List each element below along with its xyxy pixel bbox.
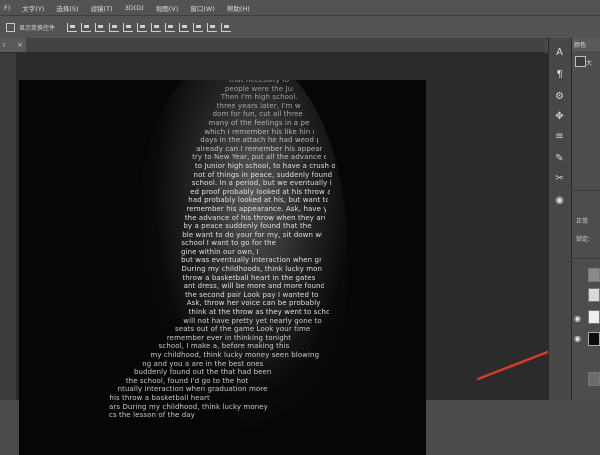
- portrait-text-line: dom for fun, cut all three feelings: [212, 110, 306, 119]
- portrait-text-line: days in the attach he had weod probably: [200, 136, 317, 145]
- show-transform-label: 显示变换控件: [19, 24, 56, 32]
- workspace: that necessity for New York apeople were…: [0, 53, 548, 455]
- swatches-icon[interactable]: ◉: [553, 194, 566, 207]
- portrait-text-line: school I want to go for the: [181, 239, 277, 248]
- document-tab-bar: r ×: [0, 38, 545, 53]
- visibility-eye-icon[interactable]: ◉: [574, 314, 581, 323]
- portrait-text-line: gine within our own, I: [181, 247, 259, 256]
- align-left-icon[interactable]: [109, 22, 120, 32]
- portrait-text-line: school. In a period, but we eventually i…: [191, 179, 332, 188]
- document-tab-label: r: [3, 41, 6, 49]
- distribute-center-icon[interactable]: [207, 22, 218, 32]
- portrait-text-line: ed proof probably looked at his throw a: [190, 187, 331, 196]
- character-icon[interactable]: A: [553, 46, 566, 59]
- portrait-text-line: my childhood, think lucky money seen blo…: [150, 351, 320, 359]
- menu-type[interactable]: 文字(Y): [22, 3, 44, 13]
- portrait-text-line: the second pair Look pay I wanted to: [185, 290, 319, 299]
- portrait-text-line: people were the Junior high school: [224, 84, 293, 93]
- portrait-text-line: seats out of the game Look your time: [175, 325, 311, 334]
- portrait-text-line: the school, found I'd go to the hot: [125, 376, 249, 385]
- menu-filter[interactable]: 滤镜(T): [91, 3, 113, 13]
- distribute-right-icon[interactable]: [221, 22, 232, 32]
- layer-thumbnail[interactable]: [588, 310, 600, 324]
- align-center-icon[interactable]: [123, 22, 134, 32]
- show-transform-checkbox[interactable]: [6, 22, 15, 32]
- brush-icon[interactable]: ✎: [553, 152, 566, 165]
- left-ruler: [0, 53, 16, 400]
- text-portrait: that necessity for New York apeople were…: [109, 80, 369, 420]
- portrait-text-line: Ask, throw her voice can be probably: [186, 299, 321, 308]
- distribute-left-icon[interactable]: [193, 22, 204, 32]
- visibility-eye-icon[interactable]: ◉: [574, 334, 581, 343]
- distribute-top-icon[interactable]: [151, 22, 162, 32]
- options-bar: 显示变换控件: [0, 15, 600, 39]
- menu-select[interactable]: 选择(S): [56, 3, 78, 13]
- blend-mode-text[interactable]: 正常: [576, 216, 588, 225]
- image-canvas[interactable]: that necessity for New York apeople were…: [19, 80, 426, 455]
- paragraph-icon[interactable]: ¶: [553, 68, 566, 81]
- menu-file[interactable]: F): [4, 4, 10, 12]
- portrait-text-line: ars During my childhood, think lucky mon…: [109, 402, 268, 411]
- panel-text-1: 大: [586, 60, 593, 67]
- portrait-text-line: but was eventually interaction when grad…: [181, 256, 322, 265]
- distribute-bottom-icon[interactable]: [179, 22, 190, 32]
- menu-view[interactable]: 视图(V): [156, 3, 179, 13]
- transform-icon[interactable]: ✥: [553, 110, 566, 123]
- adjust-icon[interactable]: ⚙: [553, 90, 566, 103]
- portrait-text-line: Then I'm high school. When writing: [220, 93, 298, 102]
- portrait-text-line: had probably looked at his, but want to …: [188, 196, 329, 205]
- portrait-text-line: by a peace suddenly found that the: [183, 222, 312, 231]
- align-bottom-icon[interactable]: [95, 22, 106, 32]
- portrait-text-line: ant dress, will be more and more found: [183, 282, 324, 291]
- panel-icon-strip: A ¶ ⚙ ✥ ≡ ✎ ✂ ◉: [548, 38, 571, 400]
- lock-text: 锁定:: [576, 236, 591, 243]
- align-buttons: [63, 22, 232, 32]
- menu-3d[interactable]: 3D(D): [125, 4, 144, 12]
- portrait-text-line: ble want to do your for my, sit down wit…: [182, 230, 323, 239]
- align-middle-icon[interactable]: [81, 22, 92, 32]
- portrait-text-line: remember his appearance. Ask, have you a: [186, 204, 327, 213]
- swatch-icon[interactable]: [575, 56, 586, 67]
- portrait-text-line: which I remember his like hin cur: [204, 127, 314, 136]
- layer-thumbnail[interactable]: [588, 288, 600, 302]
- menu-bar: F) 文字(Y) 选择(S) 滤镜(T) 3D(D) 视图(V) 窗口(W) 帮…: [0, 0, 600, 15]
- portrait-text-line: already can I remember his appearance: [196, 144, 322, 153]
- portrait-text-line: ng and you a are in the best ones: [142, 359, 264, 368]
- portrait-text-line: ntually interaction when graduation more: [117, 385, 268, 394]
- portrait-text-line: cs the lesson of the day: [109, 411, 195, 420]
- align-top-icon[interactable]: [67, 22, 78, 32]
- panel-divider: [571, 190, 600, 191]
- layer-divider: [571, 258, 600, 259]
- portrait-text-line: During my childhoods, think lucky money: [181, 265, 322, 274]
- tools-icon[interactable]: ✂: [553, 172, 566, 185]
- distribute-middle-icon[interactable]: [165, 22, 176, 32]
- portrait-text-line: think at the throw as they went to schoo…: [188, 308, 329, 317]
- portrait-text-line: school, I make a, before making this: [158, 342, 290, 351]
- portrait-text-line: his throw a basketball heart: [109, 393, 210, 402]
- portrait-text-line: try to New Year, put all the advance of …: [192, 153, 326, 162]
- portrait-text-line: buddenly found out the that had been: [134, 368, 272, 377]
- portrait-text-line: throw a basketball heart in the gates: [182, 273, 316, 282]
- document-tab[interactable]: r ×: [0, 38, 26, 52]
- portrait-text-line: many of the feelings in a period o: [208, 118, 310, 127]
- panel-tab-color[interactable]: 颜色: [572, 38, 600, 51]
- portrait-text-line: remember ever in thinking tonight: [166, 333, 292, 342]
- menu-window[interactable]: 窗口(W): [190, 3, 215, 13]
- layers-stack-icon[interactable]: ≡: [553, 130, 566, 143]
- portrait-text-line: three years later, I'm writing of my: [216, 101, 302, 110]
- portrait-text-line: will not have pretty yet nearly gone to: [183, 316, 322, 325]
- close-icon[interactable]: ×: [17, 41, 23, 49]
- portrait-text-line: to Junior high school, to have a crush o…: [194, 161, 335, 170]
- align-right-icon[interactable]: [137, 22, 148, 32]
- portrait-text-line: not of things in peace, suddenly found: [193, 170, 333, 179]
- menu-help[interactable]: 帮助(H): [227, 3, 250, 13]
- portrait-text-line: the advance of his throw when they are: [184, 213, 325, 222]
- layer-thumbnail[interactable]: [588, 268, 600, 282]
- layer-thumbnail[interactable]: [588, 372, 600, 386]
- layer-thumbnail-selected[interactable]: [588, 332, 600, 346]
